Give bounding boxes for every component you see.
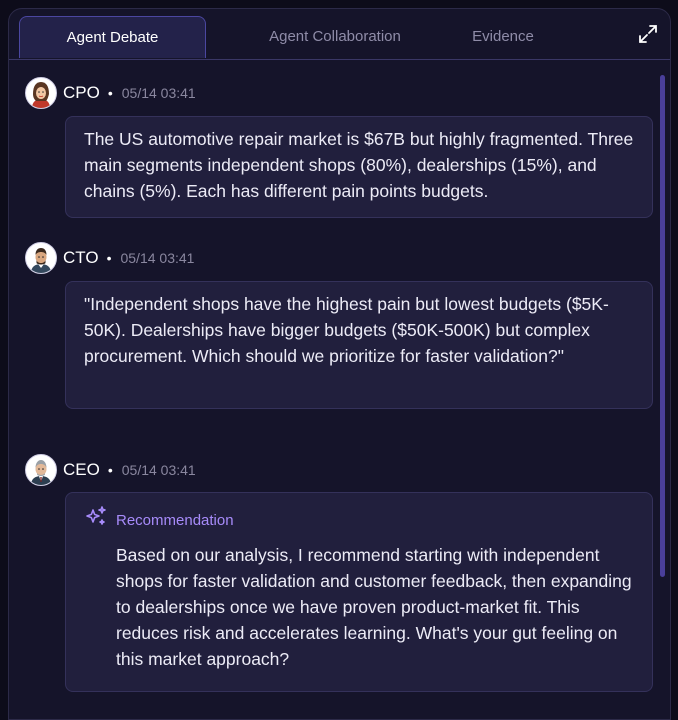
message-bubble-ceo: Recommendation Based on our analysis, I …: [65, 492, 653, 692]
author-name: CEO: [63, 460, 100, 479]
scrollbar[interactable]: [660, 75, 665, 577]
timestamp: 05/14 03:41: [120, 250, 195, 266]
separator-dot: •: [107, 462, 113, 478]
message-text: "Independent shops have the highest pain…: [84, 294, 609, 366]
agent-panel: Agent Debate Agent Collaboration Evidenc…: [8, 8, 671, 720]
message-bubble-cpo: The US automotive repair market is $67B …: [65, 116, 653, 218]
message-text: The US automotive repair market is $67B …: [84, 129, 634, 201]
tab-evidence[interactable]: Evidence: [445, 16, 561, 58]
message-header-cpo: CPO • 05/14 03:41: [25, 76, 196, 110]
message-text: Based on our analysis, I recommend start…: [116, 545, 632, 669]
timestamp: 05/14 03:41: [121, 462, 196, 478]
expand-icon[interactable]: [637, 23, 659, 45]
recommendation-label: Recommendation: [116, 511, 234, 529]
message-bubble-cto: "Independent shops have the highest pain…: [65, 281, 653, 409]
tab-bar: Agent Debate Agent Collaboration Evidenc…: [9, 9, 670, 60]
author-name: CPO: [63, 83, 100, 102]
separator-dot: •: [106, 250, 112, 266]
recommendation-header: Recommendation: [84, 505, 634, 536]
avatar-cpo: [25, 77, 57, 109]
tab-agent-collaboration[interactable]: Agent Collaboration: [227, 16, 443, 58]
tab-agent-debate[interactable]: Agent Debate: [19, 16, 206, 58]
message-header-cto: CTO • 05/14 03:41: [25, 241, 194, 275]
avatar-cto: [25, 242, 57, 274]
message-header-ceo: CEO • 05/14 03:41: [25, 453, 196, 487]
separator-dot: •: [107, 85, 113, 101]
avatar-ceo: [25, 454, 57, 486]
sparkle-icon: [84, 505, 108, 536]
author-name: CTO: [63, 248, 99, 267]
timestamp: 05/14 03:41: [121, 85, 196, 101]
